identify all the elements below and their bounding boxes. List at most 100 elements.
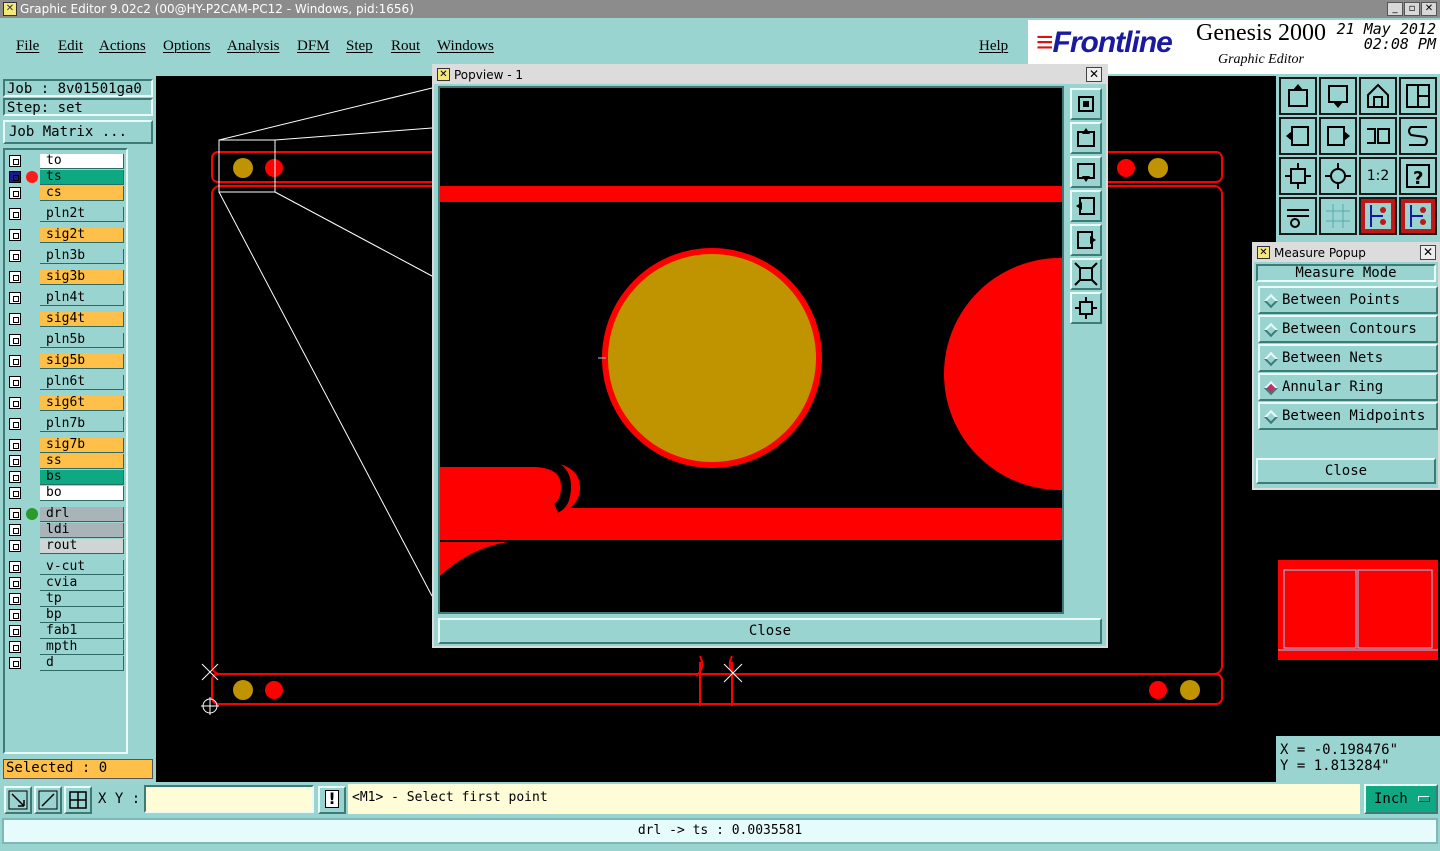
netlist-compare-tool[interactable] <box>1399 197 1437 235</box>
layer-name[interactable]: bs <box>40 470 124 485</box>
layer-checkbox[interactable] <box>9 487 21 499</box>
layer-checkbox[interactable] <box>9 540 21 552</box>
menu-dfm[interactable]: DFM <box>297 38 330 55</box>
layer-checkbox[interactable] <box>9 471 21 483</box>
measure-option-between-nets[interactable]: Between Nets <box>1258 344 1438 372</box>
measure-option-between-midpoints[interactable]: Between Midpoints <box>1258 402 1438 430</box>
menu-help[interactable]: Help <box>979 38 1008 55</box>
layer-name[interactable]: sig5b <box>40 354 124 369</box>
layer-name[interactable]: cvia <box>40 576 124 591</box>
netlist-tool[interactable] <box>1359 197 1397 235</box>
layer-name[interactable]: tp <box>40 592 124 607</box>
layer-row-pln6t[interactable]: pln6t <box>6 375 124 390</box>
layer-name[interactable]: ts <box>40 170 124 185</box>
layer-row-rout[interactable]: rout <box>6 539 124 554</box>
measure-option-between-points[interactable]: Between Points <box>1258 286 1438 314</box>
split-view-tool[interactable] <box>1399 77 1437 115</box>
redraw-tool[interactable] <box>1359 117 1397 155</box>
layer-name[interactable]: pln6t <box>40 375 124 390</box>
layer-row-cvia[interactable]: cvia <box>6 576 124 591</box>
layer-row-ts[interactable]: ts <box>6 170 124 185</box>
snap-tool[interactable] <box>1399 117 1437 155</box>
layer-row-mpth[interactable]: mpth <box>6 640 124 655</box>
layer-checkbox[interactable] <box>9 439 21 451</box>
layer-row-fab1[interactable]: fab1 <box>6 624 124 639</box>
popview-zoom-out-button[interactable] <box>1070 258 1102 290</box>
layer-name[interactable]: sig6t <box>40 396 124 411</box>
layer-name[interactable]: mpth <box>40 640 124 655</box>
layer-row-bs[interactable]: bs <box>6 470 124 485</box>
layer-name[interactable]: bp <box>40 608 124 623</box>
help-tool[interactable]: ? <box>1399 157 1437 195</box>
zoom-in-tool[interactable] <box>1319 157 1357 195</box>
popview-close-icon[interactable]: ✕ <box>1086 67 1102 82</box>
layer-name[interactable]: to <box>40 154 124 169</box>
layer-checkbox[interactable] <box>9 271 21 283</box>
popview-zoom-in-button[interactable] <box>1070 292 1102 324</box>
layer-checkbox[interactable] <box>9 524 21 536</box>
select-mode-icon[interactable] <box>4 786 32 814</box>
menu-actions[interactable]: Actions <box>99 38 146 55</box>
layer-row-v-cut[interactable]: v-cut <box>6 560 124 575</box>
layer-checkbox[interactable] <box>9 561 21 573</box>
layer-row-cs[interactable]: cs <box>6 186 124 201</box>
layer-checkbox[interactable] <box>9 313 21 325</box>
layer-name[interactable]: cs <box>40 186 124 201</box>
layer-row-bp[interactable]: bp <box>6 608 124 623</box>
popview-pan-up-button[interactable] <box>1070 122 1102 154</box>
layer-checkbox[interactable] <box>9 292 21 304</box>
layer-row-sig6t[interactable]: sig6t <box>6 396 124 411</box>
zoom-home-tool[interactable] <box>1279 157 1317 195</box>
layer-checkbox[interactable] <box>9 250 21 262</box>
measure-option-annular-ring[interactable]: Annular Ring <box>1258 373 1438 401</box>
measure-option-between-contours[interactable]: Between Contours <box>1258 315 1438 343</box>
layer-checkbox[interactable] <box>9 334 21 346</box>
menu-step[interactable]: Step <box>346 38 373 55</box>
layer-checkbox[interactable] <box>9 171 21 183</box>
layer-row-pln2t[interactable]: pln2t <box>6 207 124 222</box>
layer-row-tp[interactable]: tp <box>6 592 124 607</box>
popview-close-button[interactable]: Close <box>438 618 1102 644</box>
layer-checkbox[interactable] <box>9 187 21 199</box>
layer-row-sig4t[interactable]: sig4t <box>6 312 124 327</box>
layer-row-ss[interactable]: ss <box>6 454 124 469</box>
layer-name[interactable]: fab1 <box>40 624 124 639</box>
maximize-button[interactable]: ▫ <box>1404 2 1420 16</box>
popview-pan-down-button[interactable] <box>1070 156 1102 188</box>
layer-name[interactable]: sig4t <box>40 312 124 327</box>
menu-windows[interactable]: Windows <box>437 38 494 55</box>
pan-up-tool[interactable] <box>1279 77 1317 115</box>
layer-row-bo[interactable]: bo <box>6 486 124 501</box>
layer-checkbox[interactable] <box>9 657 21 669</box>
pan-left-tool[interactable] <box>1279 117 1317 155</box>
overview-map[interactable] <box>1276 490 1440 736</box>
menu-rout[interactable]: Rout <box>391 38 420 55</box>
grid-tool[interactable] <box>1319 197 1357 235</box>
units-selector[interactable]: Inch <box>1364 784 1438 814</box>
home-view-tool[interactable] <box>1359 77 1397 115</box>
popview-pan-left-button[interactable] <box>1070 190 1102 222</box>
layer-row-sig3b[interactable]: sig3b <box>6 270 124 285</box>
layer-name[interactable]: pln3b <box>40 249 124 264</box>
menu-analysis[interactable]: Analysis <box>227 38 280 55</box>
layer-checkbox[interactable] <box>9 593 21 605</box>
layer-checkbox[interactable] <box>9 397 21 409</box>
layer-name[interactable]: pln5b <box>40 333 124 348</box>
layer-checkbox[interactable] <box>9 641 21 653</box>
layer-name[interactable]: v-cut <box>40 560 124 575</box>
popview-zoom-fit-button[interactable] <box>1070 88 1102 120</box>
popview-pan-right-button[interactable] <box>1070 224 1102 256</box>
menu-options[interactable]: Options <box>163 38 211 55</box>
layer-name[interactable]: pln2t <box>40 207 124 222</box>
layer-name[interactable]: ldi <box>40 523 124 538</box>
layer-checkbox[interactable] <box>9 455 21 467</box>
window-close-button[interactable]: ✕ <box>1421 2 1437 16</box>
measure-close-button[interactable]: Close <box>1256 458 1436 484</box>
layer-checkbox[interactable] <box>9 155 21 167</box>
layer-row-to[interactable]: to <box>6 154 124 169</box>
layer-checkbox[interactable] <box>9 625 21 637</box>
menu-file[interactable]: File <box>16 38 39 55</box>
layer-row-sig2t[interactable]: sig2t <box>6 228 124 243</box>
layer-row-pln3b[interactable]: pln3b <box>6 249 124 264</box>
xy-input[interactable] <box>144 785 314 813</box>
